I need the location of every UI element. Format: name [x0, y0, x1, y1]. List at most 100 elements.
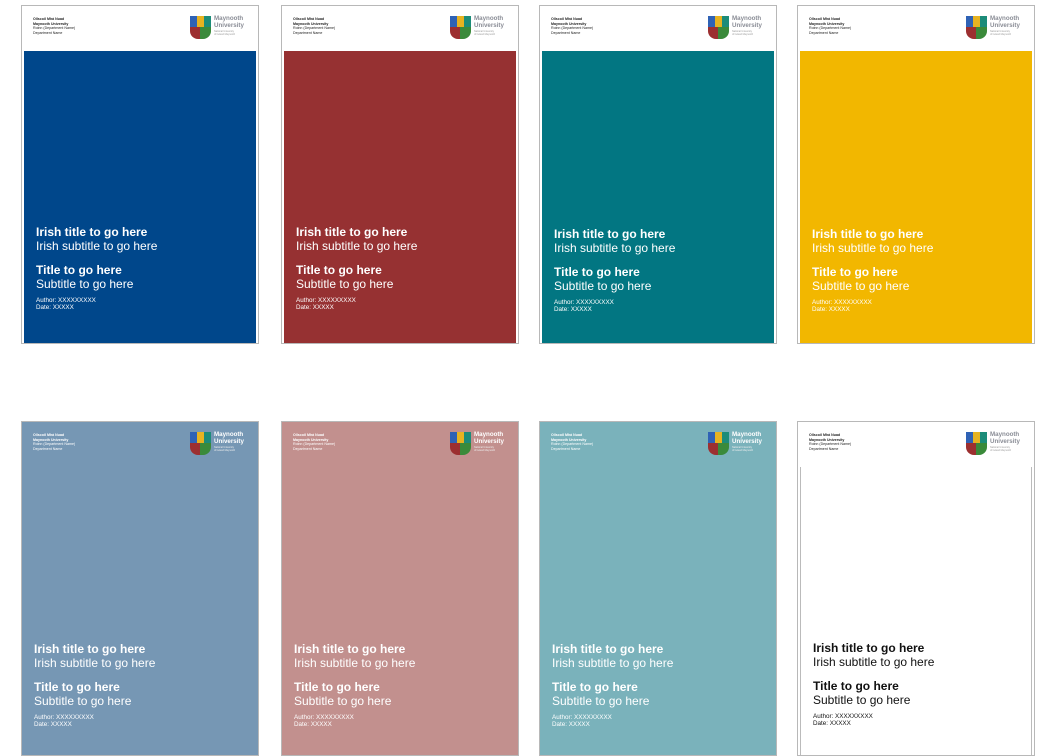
- address-line: Department Name: [33, 446, 63, 451]
- cover-text: Irish title to go here Irish subtitle to…: [296, 225, 510, 312]
- irish-title: Irish title to go here: [294, 642, 406, 656]
- irish-title: Irish title to go here: [296, 225, 408, 239]
- address-line: Department Name: [33, 30, 63, 35]
- subtitle: Subtitle to go here: [812, 279, 910, 293]
- cover-text: Irish title to go here Irish subtitle to…: [294, 642, 512, 729]
- irish-subtitle: Irish subtitle to go here: [34, 656, 156, 670]
- card-header: Ollscoil Mhá Nuad Maynooth University Ro…: [798, 6, 1034, 51]
- template-card-red[interactable]: Ollscoil Mhá Nuad Maynooth University Ro…: [281, 5, 519, 344]
- university-logo: Maynooth University National University of…: [190, 431, 248, 457]
- irish-title: Irish title to go here: [36, 225, 148, 239]
- address-line: Department Name: [809, 446, 839, 451]
- address-line: Department Name: [809, 30, 839, 35]
- logo-name: University: [474, 437, 504, 445]
- university-logo: Maynooth University National University of…: [450, 15, 508, 41]
- template-card-blue[interactable]: Ollscoil Mhá Nuad Maynooth University Ro…: [21, 5, 259, 344]
- address-block: Ollscoil Mhá Nuad Maynooth University Ro…: [809, 433, 851, 451]
- cover-text: Irish title to go here Irish subtitle to…: [552, 642, 770, 729]
- irish-title: Irish title to go here: [813, 641, 925, 655]
- date: Date: XXXXX: [554, 306, 592, 314]
- irish-subtitle: Irish subtitle to go here: [812, 241, 934, 255]
- date: Date: XXXXX: [813, 720, 851, 728]
- university-logo: Maynooth University National University of…: [966, 15, 1024, 41]
- subtitle: Subtitle to go here: [554, 279, 652, 293]
- shield-icon: [190, 16, 211, 39]
- title: Title to go here: [296, 263, 382, 277]
- university-logo: Maynooth University National University of…: [450, 431, 508, 457]
- card-header: Ollscoil Mhá Nuad Maynooth University Ro…: [540, 422, 776, 467]
- author: Author: XXXXXXXXX: [552, 714, 612, 721]
- subtitle: Subtitle to go here: [296, 277, 394, 291]
- irish-subtitle: Irish subtitle to go here: [294, 656, 416, 670]
- template-card-white[interactable]: Ollscoil Mhá Nuad Maynooth University Ro…: [797, 421, 1035, 756]
- address-line: Department Name: [293, 446, 323, 451]
- shield-icon: [190, 432, 211, 455]
- card-header: Ollscoil Mhá Nuad Maynooth University Ro…: [22, 422, 258, 467]
- logo-sub: of Ireland Maynooth: [990, 449, 1012, 452]
- template-card-teal[interactable]: Ollscoil Mhá Nuad Maynooth University Ro…: [539, 5, 777, 344]
- author: Author: XXXXXXXXX: [36, 297, 96, 304]
- logo-name: University: [732, 21, 762, 29]
- date: Date: XXXXX: [36, 304, 74, 312]
- address-line: Department Name: [551, 30, 581, 35]
- author: Author: XXXXXXXXX: [294, 714, 354, 721]
- logo-sub: of Ireland Maynooth: [474, 449, 496, 452]
- logo-sub: of Ireland Maynooth: [214, 449, 236, 452]
- author: Author: XXXXXXXXX: [554, 299, 614, 306]
- subtitle: Subtitle to go here: [34, 694, 132, 708]
- logo-name: University: [990, 21, 1020, 29]
- shield-icon: [708, 432, 729, 455]
- cover-text: Irish title to go here Irish subtitle to…: [813, 641, 1025, 728]
- address-block: Ollscoil Mhá Nuad Maynooth University Ro…: [33, 433, 75, 451]
- color-panel: Irish title to go here Irish subtitle to…: [800, 467, 1032, 755]
- template-card-rose[interactable]: Ollscoil Mhá Nuad Maynooth University Ro…: [281, 421, 519, 756]
- card-header: Ollscoil Mhá Nuad Maynooth University Ro…: [282, 422, 518, 467]
- shield-icon: [966, 16, 987, 39]
- author: Author: XXXXXXXXX: [34, 714, 94, 721]
- logo-sub: of Ireland Maynooth: [214, 33, 236, 36]
- address-block: Ollscoil Mhá Nuad Maynooth University Ro…: [551, 17, 593, 35]
- subtitle: Subtitle to go here: [813, 693, 911, 707]
- logo-name: University: [990, 437, 1020, 445]
- author: Author: XXXXXXXXX: [812, 299, 872, 306]
- university-logo: Maynooth University National University of…: [190, 15, 248, 41]
- card-header: Ollscoil Mhá Nuad Maynooth University Ro…: [282, 6, 518, 51]
- template-card-light-teal[interactable]: Ollscoil Mhá Nuad Maynooth University Ro…: [539, 421, 777, 756]
- shield-icon: [450, 16, 471, 39]
- address-block: Ollscoil Mhá Nuad Maynooth University Ro…: [33, 17, 75, 35]
- date: Date: XXXXX: [34, 721, 72, 729]
- irish-title: Irish title to go here: [812, 227, 924, 241]
- template-card-light-blue[interactable]: Ollscoil Mhá Nuad Maynooth University Ro…: [21, 421, 259, 756]
- logo-name: University: [214, 21, 244, 29]
- cover-text: Irish title to go here Irish subtitle to…: [554, 227, 768, 314]
- logo-name: University: [474, 21, 504, 29]
- title: Title to go here: [552, 680, 638, 694]
- title: Title to go here: [813, 679, 899, 693]
- card-header: Ollscoil Mhá Nuad Maynooth University Ro…: [22, 6, 258, 51]
- logo-name: University: [732, 437, 762, 445]
- subtitle: Subtitle to go here: [294, 694, 392, 708]
- cover-text: Irish title to go here Irish subtitle to…: [36, 225, 250, 312]
- address-block: Ollscoil Mhá Nuad Maynooth University Ro…: [551, 433, 593, 451]
- shield-icon: [450, 432, 471, 455]
- template-card-yellow[interactable]: Ollscoil Mhá Nuad Maynooth University Ro…: [797, 5, 1035, 344]
- color-panel: Irish title to go here Irish subtitle to…: [542, 51, 774, 343]
- author: Author: XXXXXXXXX: [813, 713, 873, 720]
- university-logo: Maynooth University National University of…: [708, 431, 766, 457]
- shield-icon: [708, 16, 729, 39]
- color-panel: Irish title to go here Irish subtitle to…: [284, 51, 516, 343]
- author: Author: XXXXXXXXX: [296, 297, 356, 304]
- date: Date: XXXXX: [296, 304, 334, 312]
- title: Title to go here: [812, 265, 898, 279]
- title: Title to go here: [294, 680, 380, 694]
- irish-subtitle: Irish subtitle to go here: [552, 656, 674, 670]
- cover-text: Irish title to go here Irish subtitle to…: [812, 227, 1026, 314]
- title: Title to go here: [34, 680, 120, 694]
- subtitle: Subtitle to go here: [552, 694, 650, 708]
- title: Title to go here: [36, 263, 122, 277]
- address-line: Department Name: [551, 446, 581, 451]
- university-logo: Maynooth University National University of…: [708, 15, 766, 41]
- logo-sub: of Ireland Maynooth: [990, 33, 1012, 36]
- logo-sub: of Ireland Maynooth: [732, 449, 754, 452]
- irish-subtitle: Irish subtitle to go here: [36, 239, 158, 253]
